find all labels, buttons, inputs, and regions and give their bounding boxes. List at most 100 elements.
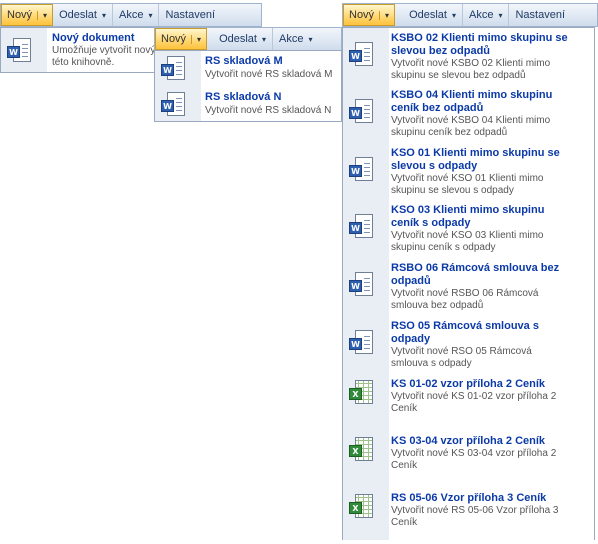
new-label: Nový — [7, 9, 33, 21]
new-button[interactable]: Nový ▾ — [1, 4, 54, 26]
word-document-icon: W — [349, 272, 375, 298]
send-label: Odeslat — [219, 33, 257, 45]
settings-label: Nastavení — [165, 9, 216, 21]
menu-item-desc: Vytvořit nové KS 03-04 vzor příloha 2 — [391, 448, 557, 459]
chevron-down-icon[interactable]: ▾ — [191, 34, 207, 44]
word-document-icon: W — [349, 214, 375, 240]
menu-item-title: RSBO 06 Rámcová smlouva bez — [391, 262, 560, 274]
menu-item-title: RS skladová N — [205, 91, 282, 103]
menu-item-desc: Vytvořit nové KSO 01 Klienti mimo — [391, 173, 544, 184]
menu-item-template[interactable]: W RSO 05 Rámcová smlouva s odpady Vytvořit … — [343, 316, 594, 372]
menu-item-template[interactable]: X RS 05-06 Vzor příloha 3 Ceník Vytvořit n… — [343, 488, 594, 544]
menu-item-rs-skladova-m[interactable]: W RS skladová M Vytvořit nové RS skladov… — [155, 51, 341, 87]
toolbar-1: Nový ▾ Odeslat ▾ Akce ▾ Nastavení — [0, 3, 262, 27]
new-label: Nový — [161, 33, 187, 45]
word-document-icon: W — [161, 92, 187, 118]
new-button[interactable]: Nový ▾ — [155, 28, 208, 50]
menu-item-title: Nový dokument — [52, 32, 135, 44]
actions-menu-button[interactable]: Akce ▾ — [113, 4, 160, 26]
menu-item-desc: Vytvořit nové KSBO 04 Klienti mimo — [391, 115, 551, 126]
settings-menu-button[interactable]: Nastavení — [159, 4, 221, 26]
chevron-down-icon: ▾ — [101, 10, 106, 20]
settings-menu-button[interactable]: Nastavení — [509, 4, 571, 26]
menu-item-desc: Vytvořit nové RSO 05 Rámcová — [391, 346, 532, 357]
menu-item-desc: Vytvořit nové RS 05-06 Vzor příloha 3 — [391, 505, 559, 516]
menu-item-desc: Ceník — [391, 460, 418, 471]
new-menu-1: W Nový dokument Umožňuje vytvořit nový d… — [0, 27, 210, 74]
menu-item-title: slevou bez odpadů — [391, 45, 491, 57]
menu-item-desc: skupinu ceník bez odpadů — [391, 127, 508, 138]
new-menu-3: W KSBO 02 Klienti mimo skupinu se slevou b… — [342, 27, 595, 540]
word-document-icon: W — [349, 330, 375, 356]
send-label: Odeslat — [409, 9, 447, 21]
send-menu-button[interactable]: Odeslat ▾ — [207, 28, 273, 50]
menu-item-desc: smlouva s odpady — [391, 358, 472, 369]
excel-document-icon: X — [349, 437, 375, 463]
menu-item-desc: Vytvořit nové KS 01-02 vzor příloha 2 — [391, 391, 557, 402]
menu-item-title: odpadů — [391, 275, 431, 287]
menu-item-title: RSO 05 Rámcová smlouva s — [391, 320, 539, 332]
toolbar-3: Nový ▾ Odeslat ▾ Akce ▾ Nastavení — [342, 3, 598, 27]
menu-item-template[interactable]: X KS 01-02 vzor příloha 2 Ceník Vytvořit n… — [343, 374, 594, 430]
menu-item-desc: skupinu se slevou s odpady — [391, 185, 514, 196]
menu-item-desc: skupinu ceník s odpady — [391, 242, 496, 253]
menu-item-desc: Ceník — [391, 403, 418, 414]
menu-item-template[interactable]: W KSO 03 Klienti mimo skupinu ceník s odpa… — [343, 200, 594, 256]
menu-item-title: KSBO 04 Klienti mimo skupinu — [391, 89, 553, 101]
actions-label: Akce — [279, 33, 304, 45]
menu-item-title: KSO 03 Klienti mimo skupinu — [391, 204, 545, 216]
word-document-icon: W — [349, 42, 375, 68]
chevron-down-icon[interactable]: ▾ — [379, 10, 395, 20]
chevron-down-icon: ▾ — [148, 10, 153, 20]
chevron-down-icon[interactable]: ▾ — [37, 10, 53, 20]
excel-document-icon: X — [349, 494, 375, 520]
menu-item-desc: Ceník — [391, 517, 418, 528]
menu-item-desc: Vytvořit nové RS skladová M — [205, 69, 333, 80]
menu-item-rs-skladova-n[interactable]: W RS skladová N Vytvořit nové RS skladov… — [155, 87, 341, 123]
send-menu-button[interactable]: Odeslat ▾ — [395, 4, 463, 26]
actions-label: Akce — [469, 9, 494, 21]
menu-item-template[interactable]: X KS 03-04 vzor příloha 2 Ceník Vytvořit n… — [343, 431, 594, 487]
new-button[interactable]: Nový ▾ — [343, 4, 396, 26]
actions-label: Akce — [119, 9, 144, 21]
menu-item-desc: Vytvořit nové RS skladová N — [205, 105, 332, 116]
menu-item-desc: této knihovně. — [52, 57, 115, 68]
word-document-icon: W — [349, 157, 375, 183]
menu-item-template[interactable]: W RSBO 06 Rámcová smlouva bez odpadů Vytvoř… — [343, 258, 594, 314]
chevron-down-icon: ▾ — [451, 10, 456, 20]
word-document-icon: W — [349, 99, 375, 125]
menu-item-template[interactable]: W KSBO 02 Klienti mimo skupinu se slevou b… — [343, 28, 594, 84]
chevron-down-icon: ▾ — [498, 10, 503, 20]
word-document-icon: W — [161, 56, 187, 82]
menu-item-title: RS 05-06 Vzor příloha 3 Ceník — [391, 492, 547, 504]
new-menu-2: W RS skladová M Vytvořit nové RS skladov… — [154, 50, 342, 122]
chevron-down-icon: ▾ — [308, 34, 313, 44]
menu-item-title: KS 03-04 vzor příloha 2 Ceník — [391, 435, 546, 447]
new-label: Nový — [349, 9, 375, 21]
menu-item-title: KS 01-02 vzor příloha 2 Ceník — [391, 378, 546, 390]
excel-document-icon: X — [349, 380, 375, 406]
menu-item-desc: Vytvořit nové RSBO 06 Rámcová — [391, 288, 539, 299]
actions-menu-button[interactable]: Akce ▾ — [273, 28, 318, 50]
menu-item-title: KSO 01 Klienti mimo skupinu se — [391, 147, 560, 159]
menu-item-title: odpady — [391, 333, 431, 345]
word-document-icon: W — [7, 38, 33, 64]
menu-item-title: ceník s odpady — [391, 217, 471, 229]
menu-item-desc: Vytvořit nové KSO 03 Klienti mimo — [391, 230, 544, 241]
menu-item-template[interactable]: W KSO 01 Klienti mimo skupinu se slevou s … — [343, 143, 594, 199]
menu-item-title: ceník bez odpadů — [391, 102, 484, 114]
menu-item-desc: skupinu se slevou bez odpadů — [391, 70, 526, 81]
menu-item-title: slevou s odpady — [391, 160, 478, 172]
menu-item-new-document[interactable]: W Nový dokument Umožňuje vytvořit nový d… — [1, 28, 210, 74]
toolbar-2: Nový ▾ Odeslat ▾ Akce ▾ — [154, 27, 342, 51]
menu-item-desc: Vytvořit nové KSBO 02 Klienti mimo — [391, 58, 551, 69]
chevron-down-icon: ▾ — [261, 34, 266, 44]
menu-item-title: KSBO 02 Klienti mimo skupinu se — [391, 32, 568, 44]
menu-item-desc: smlouva bez odpadů — [391, 300, 484, 311]
actions-menu-button[interactable]: Akce ▾ — [463, 4, 510, 26]
settings-label: Nastavení — [515, 9, 566, 21]
menu-item-title: RS skladová M — [205, 55, 283, 67]
send-label: Odeslat — [59, 9, 97, 21]
menu-item-template[interactable]: W KSBO 04 Klienti mimo skupinu ceník bez o… — [343, 85, 594, 141]
send-menu-button[interactable]: Odeslat ▾ — [53, 4, 113, 26]
